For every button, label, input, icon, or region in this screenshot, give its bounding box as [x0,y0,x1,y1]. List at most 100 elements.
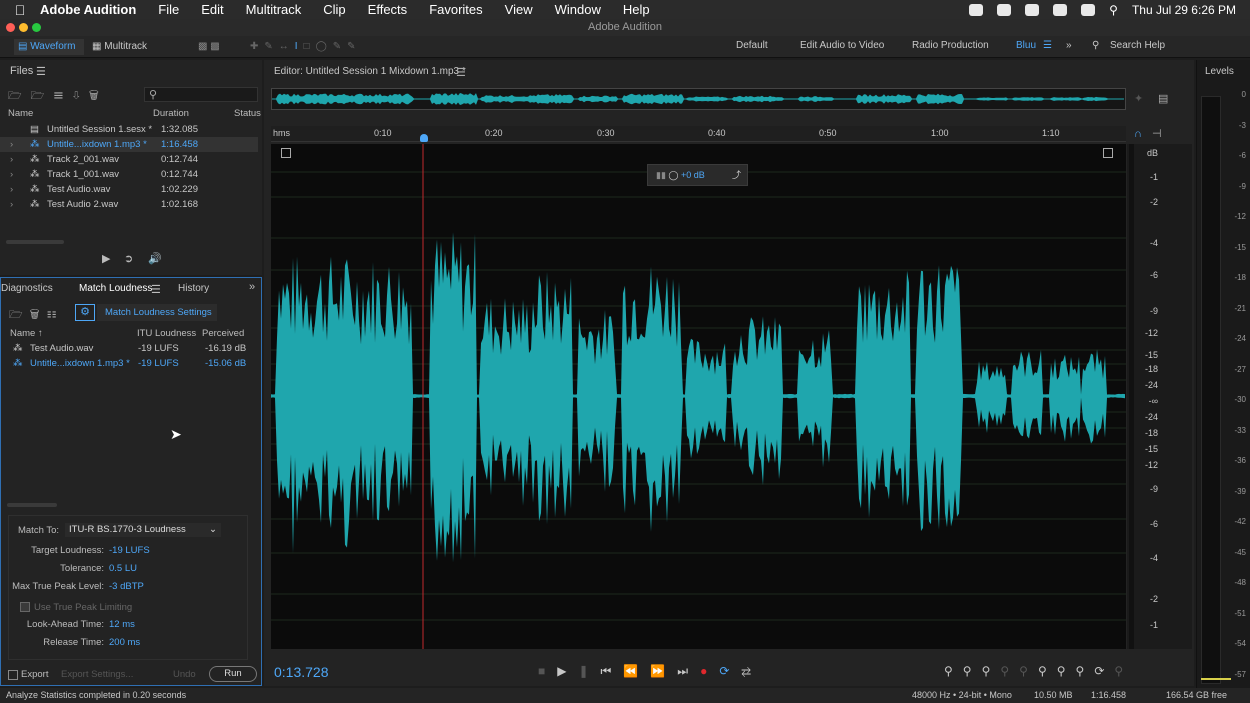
go-to-start-icon[interactable]: ⏮ [601,664,624,678]
file-row[interactable]: ▤ Untitled Session 1.sesx * 1:32.085 [0,122,258,137]
loop-preview-icon[interactable]: ➲ [124,252,133,265]
col-itu-loudness[interactable]: ITU Loudness [137,328,196,339]
close-window-button[interactable] [6,23,15,32]
panel-menu-icon[interactable]: ☰ [456,66,466,79]
multitrack-view-button[interactable]: ▦ Multitrack [92,39,147,55]
menu-favorites[interactable]: Favorites [429,2,482,17]
current-time[interactable]: 0:13.728 [274,664,329,680]
amplitude-ruler[interactable]: dB -1 -2 -4 -6 -9 -12 -15 -18 -24 -∞ -24 -18 -15 -12 -… [1127,144,1192,649]
menu-help[interactable]: Help [623,2,650,17]
fast-forward-icon[interactable]: ⏩ [650,664,677,678]
autoplay-icon[interactable]: 🔊 [148,252,162,265]
loudness-row[interactable]: ⁂ Test Audio.wav -19 LUFS -16.19 dB [1,341,259,356]
stop-icon[interactable]: ■ [538,664,557,678]
menu-clip[interactable]: Clip [323,2,345,17]
zoom-icon[interactable]: ✦ [1134,92,1143,105]
col-name[interactable]: Name [8,108,33,119]
skip-selection-icon[interactable]: ⇄ [741,664,763,678]
editor-title[interactable]: Editor: Untitled Session 1 Mixdown 1.mp3… [274,66,466,77]
clock[interactable]: Thu Jul 29 6:26 PM [1132,3,1236,17]
release-time-value[interactable]: 200 ms [109,637,140,648]
menu-effects[interactable]: Effects [368,2,408,17]
playhead-handle[interactable] [420,134,428,142]
edit-tools[interactable]: ✚✎↔I□◯✎✎ [250,39,362,55]
record-icon[interactable]: ● [700,664,719,678]
menu-multitrack[interactable]: Multitrack [246,2,302,17]
more-panels-icon[interactable]: » [249,281,255,293]
col-perceived[interactable]: Perceived [202,328,244,339]
col-status[interactable]: Status [234,108,261,119]
waveform-display[interactable]: ▮▮ ◯ +0 dB ⤴ [271,144,1126,649]
look-ahead-value[interactable]: 12 ms [109,619,135,630]
fade-out-handle[interactable] [1103,148,1113,158]
loudness-toolbar[interactable]: 🗁🗑☷ [9,306,64,325]
max-true-peak-value[interactable]: -3 dBTP [109,581,144,592]
target-loudness-value[interactable]: -19 LUFS [109,545,150,556]
rewind-icon[interactable]: ⏪ [623,664,650,678]
status-app-icon[interactable] [969,3,984,16]
more-workspaces-icon[interactable]: » [1066,40,1072,51]
panel-menu-icon[interactable]: ☰ [151,283,161,296]
tab-history[interactable]: History [178,283,209,294]
transport-controls[interactable]: ■▶❚⏮⏪⏩⏭●⟳⇄ [538,664,763,679]
workspace-menu-icon[interactable]: ☰ [1043,40,1052,51]
fade-in-handle[interactable] [281,148,291,158]
file-row[interactable]: › ⁂ Untitle...ixdown 1.mp3 * 1:16.458 [0,137,258,152]
panel-menu-icon[interactable]: ☰ [36,65,46,78]
menu-view[interactable]: View [505,2,533,17]
col-duration[interactable]: Duration [153,108,189,119]
match-to-dropdown[interactable]: ITU-R BS.1770-3 Loudness ⌄ [65,523,221,537]
pin-icon[interactable]: ⤴ [732,165,741,185]
pause-icon[interactable]: ❚ [578,664,600,678]
files-search-input[interactable]: ⚲ [144,87,258,102]
horizontal-scrollbar[interactable] [7,503,57,507]
hud-volume[interactable]: ▮▮ ◯ +0 dB ⤴ [647,164,748,186]
go-to-end-icon[interactable]: ⏭ [677,664,700,678]
match-loudness-settings-button[interactable]: Match Loudness Settings [97,304,217,321]
horizontal-scrollbar[interactable] [6,240,64,244]
undo-button[interactable]: Undo [173,669,196,680]
workspace-bluu[interactable]: Bluu [1016,40,1036,51]
gain-value[interactable]: +0 dB [681,170,705,180]
overview-bar[interactable] [271,88,1126,110]
wifi-icon[interactable] [1081,3,1096,16]
time-ruler[interactable]: hms 0:10 0:20 0:30 0:40 0:50 1:00 1:10 [271,126,1126,142]
vertical-scrollbar[interactable] [1129,144,1134,649]
file-row[interactable]: › ⁂ Test Audio 2.wav 1:02.168 [0,197,258,212]
levels-tab[interactable]: Levels [1205,66,1234,77]
pin-icon[interactable]: ⊣ [1152,127,1162,140]
knob-icon[interactable]: ◯ [668,170,678,180]
cloud-upload-icon[interactable] [1025,3,1040,16]
stop-icon[interactable] [997,3,1012,16]
workspace-radio-production[interactable]: Radio Production [912,40,989,51]
loudness-row[interactable]: ⁂ Untitle...ixdown 1.mp3 * -19 LUFS -15.06 … [1,356,259,371]
spectral-display-icon[interactable]: ▩ ▩ [198,39,220,55]
play-preview-icon[interactable]: ▶ [102,252,110,265]
file-row[interactable]: › ⁂ Test Audio.wav 1:02.229 [0,182,258,197]
tab-match-loudness[interactable]: Match Loudness [79,283,152,294]
workspace-default[interactable]: Default [736,40,768,51]
loop-icon[interactable]: ⟳ [719,664,741,678]
zoom-controls[interactable]: ⚲⚲⚲⚲⚲⚲⚲⚲⟳⚲ [944,664,1133,678]
minimize-window-button[interactable] [19,23,28,32]
search-help-input[interactable]: Search Help [1110,40,1165,51]
file-row[interactable]: › ⁂ Track 1_001.wav 0:12.744 [0,167,258,182]
panel-options-icon[interactable]: ▤ [1158,92,1168,105]
menu-window[interactable]: Window [555,2,601,17]
export-checkbox[interactable] [8,670,18,680]
file-row[interactable]: › ⁂ Track 2_001.wav 0:12.744 [0,152,258,167]
files-toolbar[interactable]: 🗁🗁☰⇩🗑 [8,87,108,106]
run-button[interactable]: Run [209,666,257,682]
battery-icon[interactable] [1053,3,1068,16]
col-name[interactable]: Name ↑ [10,328,43,339]
app-menu[interactable]: Adobe Audition [40,2,136,17]
export-settings-button[interactable]: Export Settings... [61,669,133,680]
menu-file[interactable]: File [158,2,179,17]
waveform-view-button[interactable]: ▤ Waveform [14,39,84,55]
workspace-edit-audio-video[interactable]: Edit Audio to Video [800,40,884,51]
apple-icon[interactable]:  [0,2,40,18]
tolerance-value[interactable]: 0.5 LU [109,563,137,574]
spotlight-icon[interactable]: ⚲ [1109,3,1118,17]
use-true-peak-checkbox[interactable] [20,602,30,612]
zoom-window-button[interactable] [32,23,41,32]
